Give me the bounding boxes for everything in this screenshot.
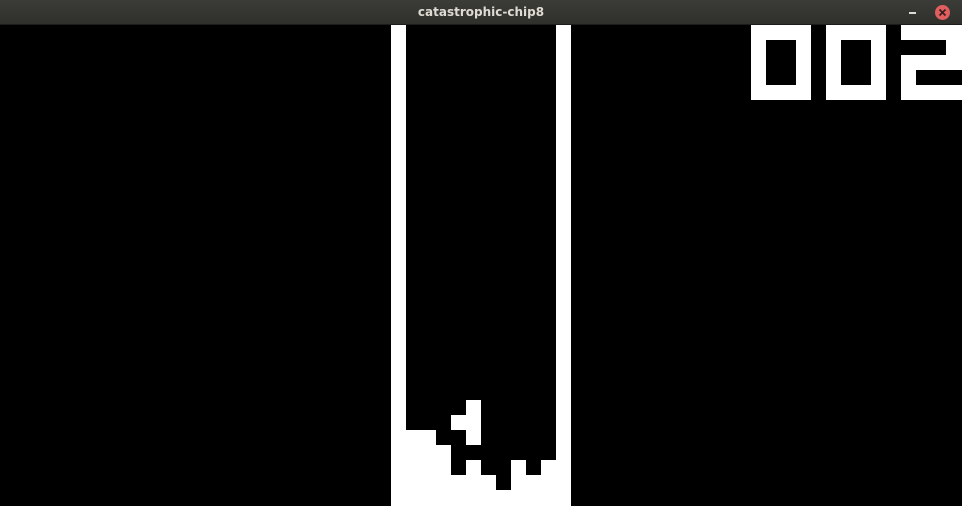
- playfield-right-wall: [556, 25, 571, 506]
- stack-block: [406, 430, 436, 506]
- stack-block: [526, 475, 541, 506]
- game-screen[interactable]: 002: [0, 25, 962, 506]
- stack-block: [451, 475, 466, 506]
- stack-block: [436, 445, 451, 506]
- falling-piece: [451, 415, 466, 430]
- stack-block: [541, 460, 556, 506]
- stack-block: [511, 460, 526, 506]
- score-digit: [901, 25, 962, 100]
- window-titlebar: catastrophic-chip8: [0, 0, 962, 25]
- stack-block: [496, 490, 511, 506]
- falling-piece: [466, 400, 481, 445]
- stack-block: [481, 475, 496, 506]
- close-icon: [938, 8, 947, 17]
- minimize-icon: [909, 12, 916, 14]
- stack-block: [466, 460, 481, 506]
- playfield-left-wall: [391, 25, 406, 506]
- window-title: catastrophic-chip8: [417, 5, 545, 19]
- close-button[interactable]: [935, 5, 950, 20]
- chip8-display: [0, 25, 962, 506]
- minimize-button[interactable]: [902, 4, 922, 20]
